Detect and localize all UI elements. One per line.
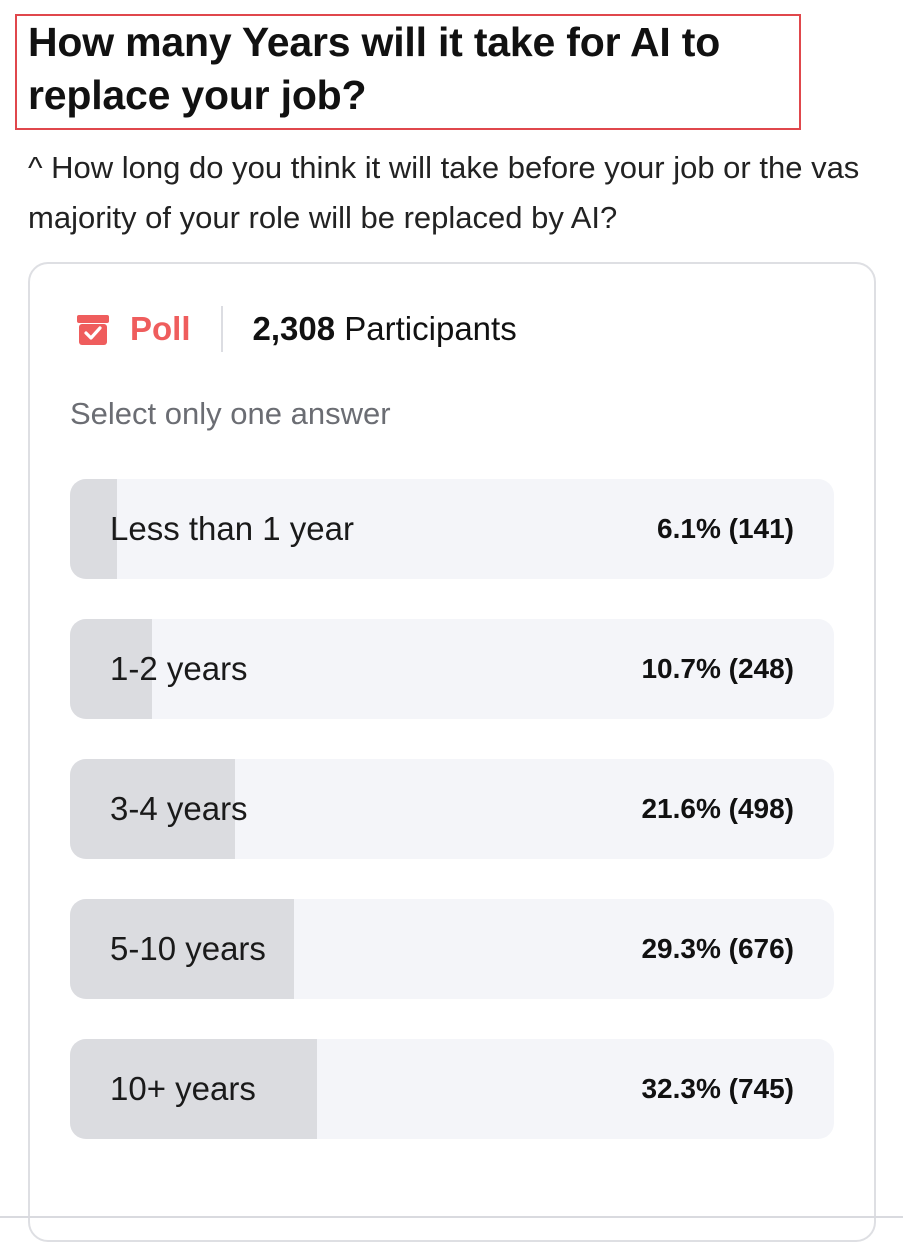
poll-option-less-than-1-year[interactable]: Less than 1 year 6.1% (141) <box>70 479 834 579</box>
option-label: 3-4 years <box>110 790 248 827</box>
poll-option-3-4-years[interactable]: 3-4 years 21.6% (498) <box>70 759 834 859</box>
poll-header: Poll 2,308 Participants <box>74 303 517 355</box>
poll-option-1-2-years[interactable]: 1-2 years 10.7% (248) <box>70 619 834 719</box>
participant-label: Participants <box>344 310 517 347</box>
participant-count: 2,308 <box>252 310 336 347</box>
option-result: 6.1% (141) <box>657 513 794 544</box>
option-label: 10+ years <box>110 1070 256 1107</box>
poll-instruction: Select only one answer <box>70 396 391 431</box>
question-title: How many Years will it take for AI to re… <box>28 19 721 118</box>
poll-label: Poll <box>130 310 191 347</box>
option-label: Less than 1 year <box>110 510 354 547</box>
page-divider <box>0 1216 903 1218</box>
poll-option-5-10-years[interactable]: 5-10 years 29.3% (676) <box>70 899 834 999</box>
poll-icon <box>74 310 112 348</box>
option-label: 1-2 years <box>110 650 248 687</box>
option-result: 32.3% (745) <box>641 1073 794 1104</box>
participants-summary: 2,308 Participants <box>253 310 517 348</box>
option-label: 5-10 years <box>110 930 266 967</box>
option-result: 10.7% (248) <box>641 653 794 684</box>
header-divider <box>220 306 223 352</box>
option-result: 29.3% (676) <box>641 933 794 964</box>
question-description: ^ How long do you think it will take bef… <box>28 150 860 235</box>
option-result: 21.6% (498) <box>641 793 794 824</box>
poll-option-10-plus-years[interactable]: 10+ years 32.3% (745) <box>70 1039 834 1139</box>
